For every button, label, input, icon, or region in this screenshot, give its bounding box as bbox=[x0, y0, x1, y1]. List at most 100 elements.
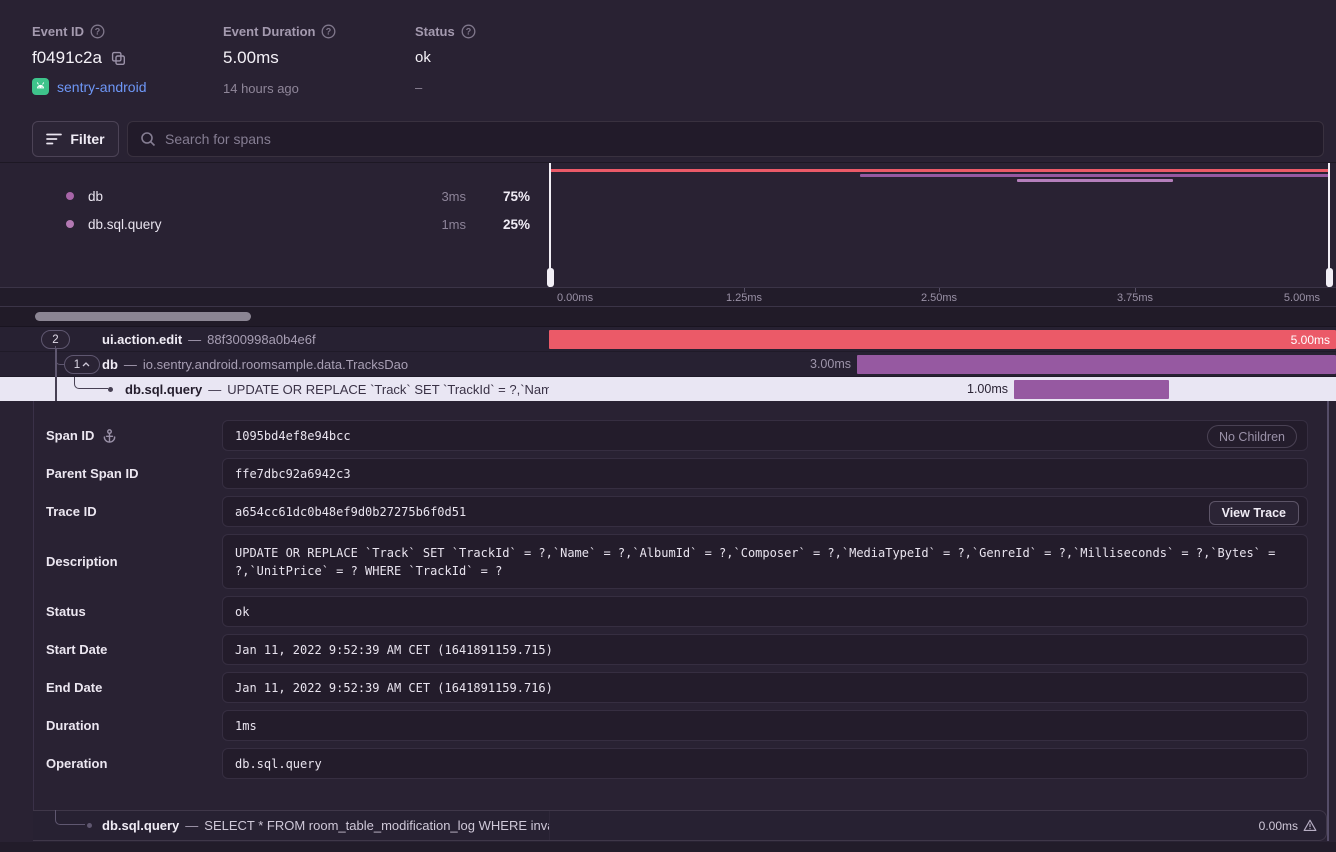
svg-text:?: ? bbox=[465, 27, 471, 37]
event-duration-age: 14 hours ago bbox=[223, 81, 336, 96]
separator: — bbox=[185, 818, 198, 833]
event-duration-block: Event Duration ? 5.00ms 14 hours ago bbox=[223, 24, 336, 96]
svg-text:?: ? bbox=[95, 27, 101, 37]
span-op: db bbox=[102, 357, 118, 372]
separator: — bbox=[188, 332, 201, 347]
tree-connector bbox=[55, 346, 64, 365]
minimap-span-bar bbox=[860, 174, 1330, 177]
event-duration-label: Event Duration bbox=[223, 24, 315, 39]
time-axis: 0.00ms 1.25ms 2.50ms 3.75ms 5.00ms bbox=[0, 287, 1336, 307]
tree-node-dot bbox=[87, 823, 92, 828]
warning-icon bbox=[1303, 819, 1317, 832]
search-icon bbox=[140, 131, 156, 147]
span-row[interactable]: 2 ui.action.edit — 88f300998a0b4e6f 5.00… bbox=[0, 327, 1336, 352]
minimap-span-bar bbox=[1017, 179, 1173, 182]
filter-icon bbox=[46, 132, 62, 146]
span-search-input[interactable] bbox=[165, 131, 1311, 147]
field-label: Span ID bbox=[46, 428, 94, 443]
minimap-left-grip[interactable] bbox=[547, 268, 554, 287]
anchor-icon[interactable] bbox=[102, 428, 117, 444]
status-label: Status bbox=[415, 24, 455, 39]
separator: — bbox=[124, 357, 137, 372]
span-description: io.sentry.android.roomsample.data.Tracks… bbox=[143, 357, 408, 372]
tree-line bbox=[55, 377, 57, 401]
span-op: ui.action.edit bbox=[102, 332, 182, 347]
span-description: UPDATE OR REPLACE `Track` SET `TrackId` … bbox=[227, 382, 549, 397]
op-duration: 1ms bbox=[441, 217, 466, 232]
axis-tick-label: 5.00ms bbox=[1284, 292, 1320, 304]
view-trace-button[interactable]: View Trace bbox=[1209, 501, 1299, 525]
op-duration: 3ms bbox=[441, 189, 466, 204]
span-duration-bar[interactable] bbox=[1014, 380, 1169, 399]
field-label: End Date bbox=[46, 680, 102, 695]
tree-node-dot bbox=[108, 387, 113, 392]
field-value: Jan 11, 2022 9:52:39 AM CET (1641891159.… bbox=[235, 681, 553, 695]
op-percent: 25% bbox=[484, 217, 530, 232]
filter-button[interactable]: Filter bbox=[32, 121, 119, 157]
axis-tick-label: 2.50ms bbox=[921, 292, 957, 304]
horizontal-scrollbar bbox=[0, 307, 1336, 327]
span-op: db.sql.query bbox=[102, 818, 179, 833]
field-value: a654cc61dc0b48ef9d0b27275b6f0d51 bbox=[235, 505, 466, 519]
field-value: ok bbox=[235, 605, 249, 619]
span-summary: db 3ms 75% db.sql.query 1ms 25% bbox=[30, 182, 530, 238]
event-duration-value: 5.00ms bbox=[223, 48, 336, 68]
field-value: db.sql.query bbox=[235, 757, 322, 771]
span-row[interactable]: 1 db — io.sentry.android.roomsample.data… bbox=[0, 352, 1336, 377]
copy-icon[interactable] bbox=[111, 51, 126, 66]
span-duration-bar[interactable] bbox=[857, 355, 1336, 374]
chevron-up-icon bbox=[82, 362, 90, 367]
span-search bbox=[127, 121, 1324, 157]
no-children-badge: No Children bbox=[1207, 425, 1297, 448]
field-value: Jan 11, 2022 9:52:39 AM CET (1641891159.… bbox=[235, 643, 553, 657]
axis-tick-label: 3.75ms bbox=[1117, 292, 1153, 304]
field-value: ffe7dbc92a6942c3 bbox=[235, 467, 351, 481]
svg-text:?: ? bbox=[326, 27, 332, 37]
field-label: Operation bbox=[46, 756, 107, 771]
op-name: db.sql.query bbox=[88, 217, 441, 232]
tree-connector bbox=[74, 377, 108, 389]
help-icon[interactable]: ? bbox=[90, 24, 105, 39]
axis-tick-label: 0.00ms bbox=[557, 292, 593, 304]
field-label: Trace ID bbox=[46, 504, 97, 519]
event-id-value: f0491c2a bbox=[32, 48, 102, 68]
status-value: ok bbox=[415, 49, 476, 66]
span-duration: 1.00ms bbox=[967, 380, 1008, 399]
help-icon[interactable]: ? bbox=[321, 24, 336, 39]
span-row-selected[interactable]: db.sql.query — UPDATE OR REPLACE `Track`… bbox=[0, 377, 1336, 401]
field-label: Status bbox=[46, 604, 86, 619]
separator: — bbox=[208, 382, 221, 397]
detail-panel-border bbox=[33, 401, 34, 841]
event-id-label: Event ID bbox=[32, 24, 84, 39]
span-description: SELECT * FROM room_table_modification_lo… bbox=[204, 818, 549, 833]
span-tree: 2 ui.action.edit — 88f300998a0b4e6f 5.00… bbox=[0, 327, 1336, 401]
tree-connector bbox=[55, 810, 85, 825]
field-label: Description bbox=[46, 554, 118, 569]
field-label: Start Date bbox=[46, 642, 107, 657]
span-summary-row[interactable]: db.sql.query 1ms 25% bbox=[30, 210, 530, 238]
trace-minimap[interactable] bbox=[549, 163, 1330, 287]
span-op: db.sql.query bbox=[125, 382, 202, 397]
span-duration: 0.00ms bbox=[1259, 819, 1298, 833]
project-link[interactable]: sentry-android bbox=[57, 79, 147, 95]
expand-badge[interactable]: 1 bbox=[64, 355, 100, 374]
span-summary-row[interactable]: db 3ms 75% bbox=[30, 182, 530, 210]
panel-divider bbox=[549, 811, 550, 840]
op-percent: 75% bbox=[484, 189, 530, 204]
vertical-scrollbar[interactable] bbox=[1327, 401, 1329, 841]
android-icon bbox=[32, 78, 49, 95]
span-duration-bar[interactable]: 5.00ms bbox=[549, 330, 1336, 349]
minimap-right-grip[interactable] bbox=[1326, 268, 1333, 287]
span-duration: 3.00ms bbox=[810, 355, 851, 374]
span-row[interactable]: db.sql.query — SELECT * FROM room_table_… bbox=[33, 810, 1327, 841]
minimap-span-bar bbox=[549, 169, 1330, 172]
help-icon[interactable]: ? bbox=[461, 24, 476, 39]
field-label: Parent Span ID bbox=[46, 466, 138, 481]
axis-tick-label: 1.25ms bbox=[726, 292, 762, 304]
status-subtext: – bbox=[415, 80, 476, 95]
field-value: UPDATE OR REPLACE `Track` SET `TrackId` … bbox=[235, 544, 1295, 580]
horizontal-scrollbar-thumb[interactable] bbox=[35, 312, 251, 321]
field-value: 1ms bbox=[235, 719, 257, 733]
page-footer-strip bbox=[0, 842, 1336, 852]
op-name: db bbox=[88, 189, 441, 204]
